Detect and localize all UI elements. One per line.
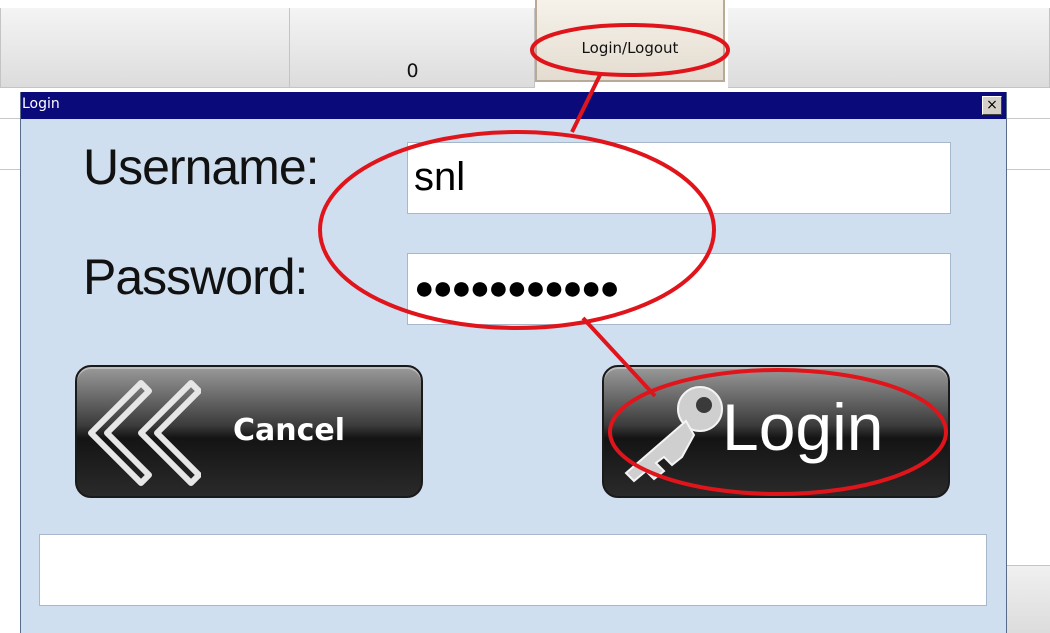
background-toolbar: 0 Login/Logout xyxy=(0,0,1050,92)
status-message-box xyxy=(39,534,987,606)
counter-value: 0 xyxy=(406,60,419,82)
login-logout-button[interactable]: Login/Logout xyxy=(535,0,725,82)
background-cell xyxy=(0,8,290,88)
dialog-titlebar[interactable]: Login × xyxy=(21,92,1006,119)
login-button[interactable]: Login xyxy=(602,365,950,498)
double-chevron-left-icon xyxy=(88,380,201,486)
password-field[interactable]: ●●●●●●●●●●● xyxy=(407,253,951,325)
close-icon[interactable]: × xyxy=(982,96,1002,115)
login-dialog: Login × Username: snl Password: ●●●●●●●●… xyxy=(20,92,1007,633)
background-cell xyxy=(1000,565,1050,633)
username-label: Username: xyxy=(83,139,320,195)
background-cell xyxy=(728,8,1050,88)
dialog-title: Login xyxy=(22,96,60,112)
login-label: Login xyxy=(722,390,884,464)
key-icon xyxy=(624,386,723,483)
username-field[interactable]: snl xyxy=(407,142,951,214)
cancel-label: Cancel xyxy=(233,413,346,448)
password-label: Password: xyxy=(83,249,308,305)
cancel-button[interactable]: Cancel xyxy=(75,365,423,498)
